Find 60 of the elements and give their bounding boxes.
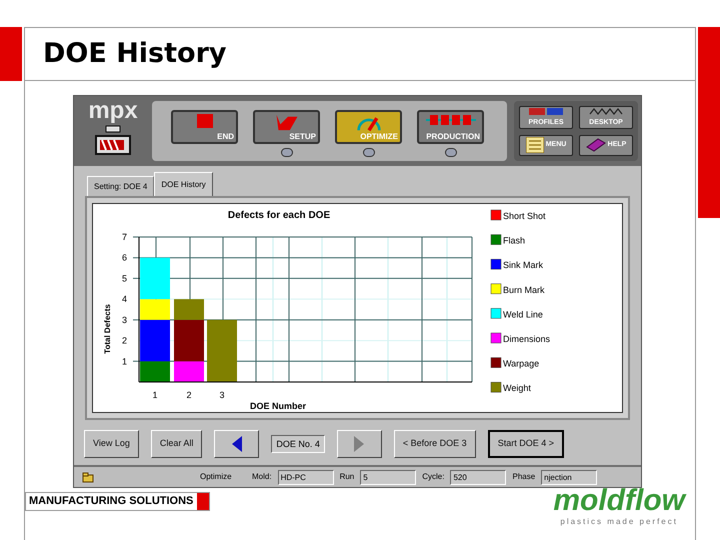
legend-label: Weld Line bbox=[503, 309, 543, 320]
x-tick-label: 2 bbox=[186, 390, 192, 400]
legend-label: Short Shot bbox=[503, 211, 546, 221]
status-label: Run bbox=[340, 471, 354, 483]
chart-icon bbox=[529, 108, 563, 115]
legend-label: Warpage bbox=[503, 358, 540, 369]
y-tick-label: 3 bbox=[122, 314, 127, 325]
x-tick-label: 3 bbox=[220, 390, 224, 400]
legend-label: Burn Mark bbox=[503, 284, 545, 295]
stop-icon bbox=[196, 113, 214, 129]
status-mode: Optimize bbox=[200, 471, 233, 483]
status-field: njection bbox=[541, 470, 598, 484]
status-label: Mold: bbox=[252, 471, 272, 483]
status-field: 5 bbox=[360, 470, 416, 484]
legend-label: Sink Mark bbox=[503, 260, 544, 270]
list-icon bbox=[526, 137, 544, 154]
accent-bar bbox=[0, 27, 22, 81]
y-tick-label: 1 bbox=[122, 356, 127, 366]
toolbar-button[interactable]: OPTIMIZE bbox=[335, 110, 402, 144]
x-tick-label: 1 bbox=[152, 390, 158, 400]
squiggle-icon bbox=[589, 108, 623, 115]
previous-button[interactable] bbox=[214, 430, 260, 458]
y-tick-label: 4 bbox=[122, 294, 127, 304]
footer-label: MANUFACTURING SOLUTIONS bbox=[29, 494, 194, 510]
legend-label: Dimensions bbox=[503, 334, 550, 344]
status-field: HD-PC bbox=[278, 470, 334, 484]
left-arrow-icon bbox=[230, 435, 243, 453]
tab[interactable]: Setting: DOE 4 bbox=[87, 176, 154, 196]
brand-logo: moldflow bbox=[553, 486, 685, 516]
y-tick-label: 5 bbox=[122, 273, 127, 284]
right-arrow-icon bbox=[353, 435, 366, 453]
accent-square bbox=[197, 493, 210, 510]
doe-number-field[interactable]: DOE No. 4 bbox=[271, 435, 325, 453]
dialog-button[interactable]: View Log bbox=[84, 430, 139, 458]
status-label: Cycle: bbox=[422, 471, 444, 483]
dialog-button[interactable]: Clear All bbox=[150, 430, 202, 458]
book-icon bbox=[586, 137, 606, 154]
toolbar-button[interactable]: SETUP bbox=[253, 110, 320, 144]
conveyor-icon bbox=[426, 113, 476, 127]
toolbar-button[interactable]: PRODUCTION bbox=[417, 110, 484, 144]
slide-title: DOE History bbox=[43, 36, 227, 71]
legend-label: Weight bbox=[503, 383, 531, 394]
chart-title: Defects for each DOE bbox=[228, 210, 330, 221]
toolbar-button[interactable]: END bbox=[171, 110, 238, 144]
wedge-icon bbox=[274, 113, 300, 132]
tab[interactable]: DOE History bbox=[154, 172, 213, 196]
brand-tagline: plastics made perfect bbox=[560, 516, 678, 528]
legend-label: Flash bbox=[503, 236, 526, 246]
status-field: 520 bbox=[450, 470, 506, 484]
dialog-button[interactable]: < Before DOE 3 bbox=[394, 430, 476, 458]
y-tick-label: 2 bbox=[122, 336, 127, 346]
folder-icon bbox=[82, 472, 94, 482]
y-tick-label: 7 bbox=[122, 232, 127, 242]
status-label: Phase bbox=[512, 471, 536, 483]
x-axis-title: DOE Number bbox=[250, 401, 306, 411]
y-tick-label: 6 bbox=[122, 252, 127, 263]
dialog-button[interactable]: Start DOE 4 > bbox=[488, 430, 564, 458]
app-logo: mpx bbox=[88, 98, 138, 124]
bar-segment bbox=[207, 320, 237, 382]
y-axis-title: Total Defects bbox=[103, 304, 112, 354]
